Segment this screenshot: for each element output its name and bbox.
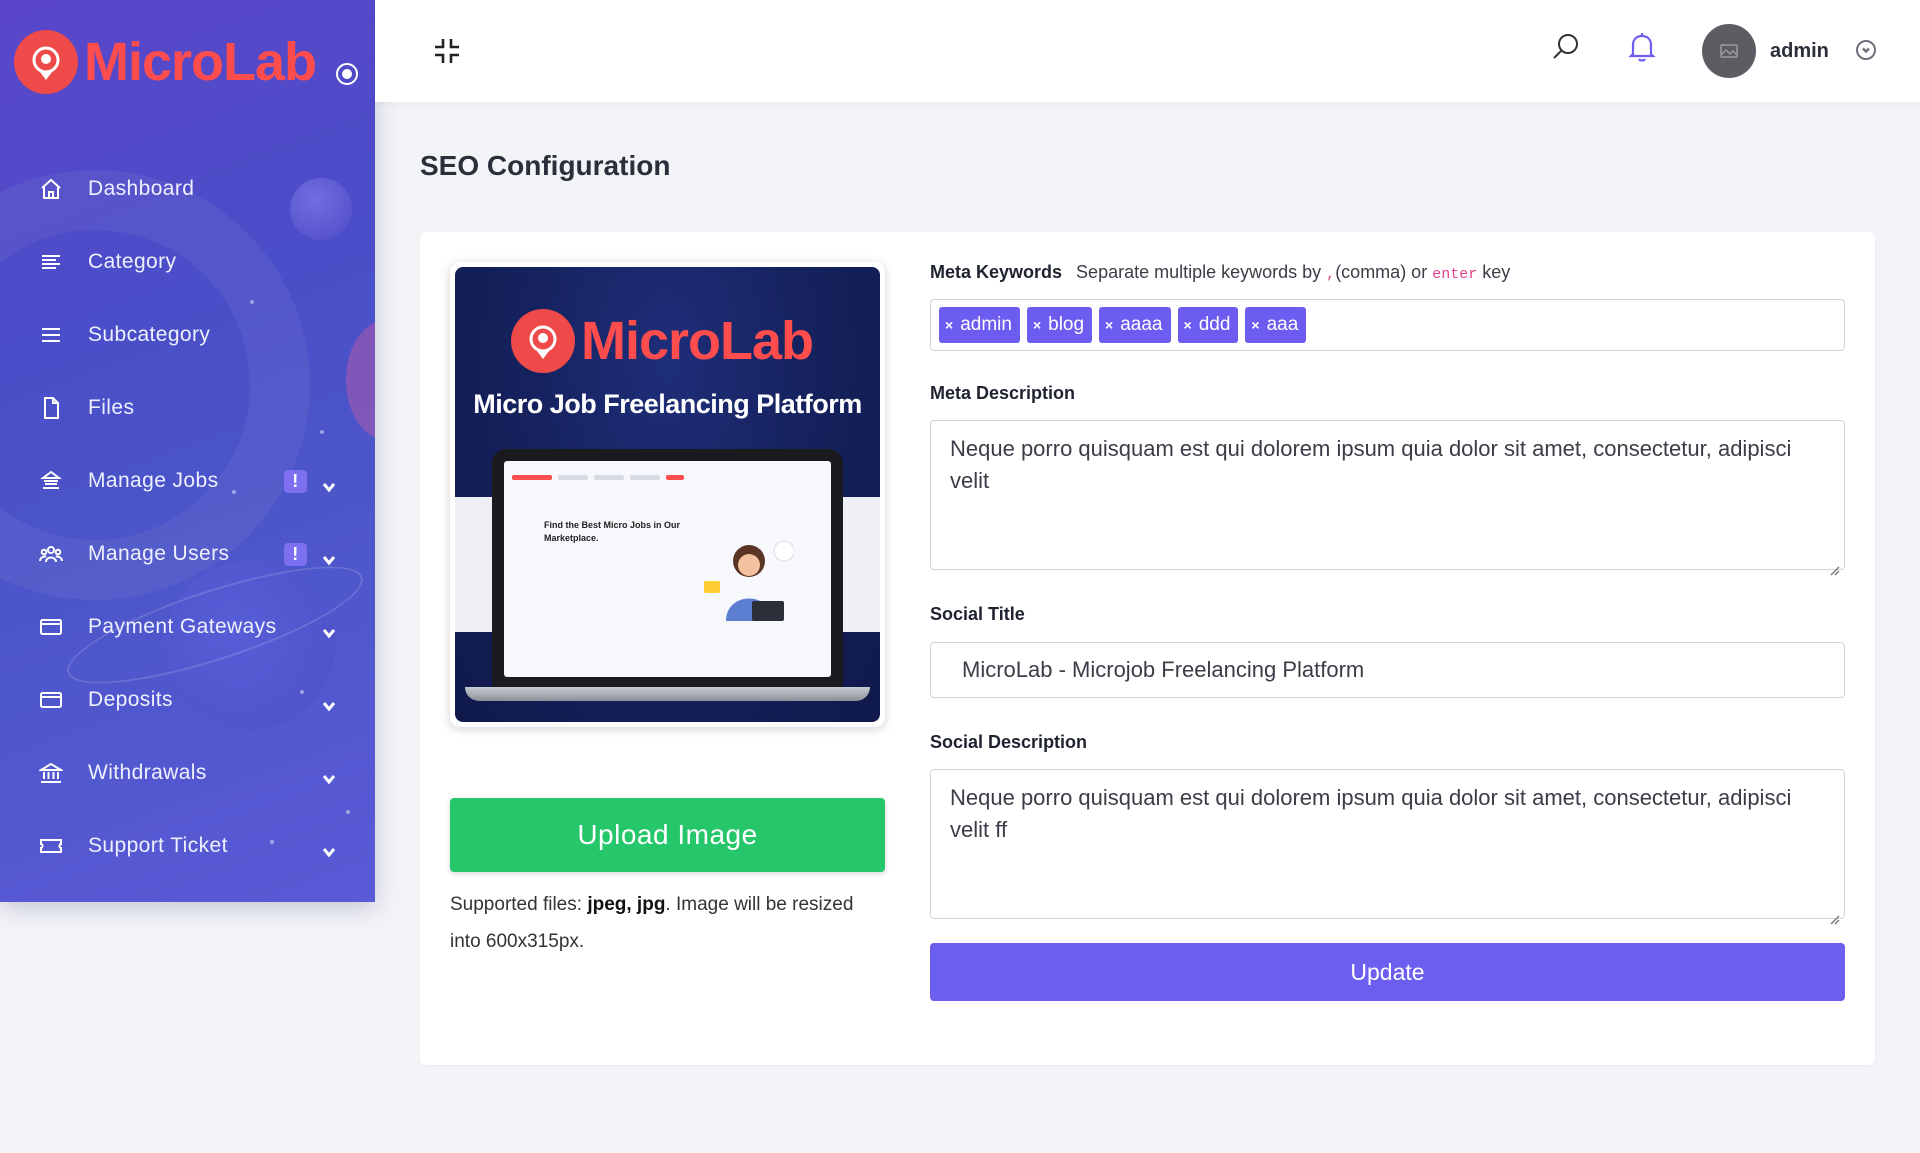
- sidebar-item-manage-jobs[interactable]: Manage Jobs !: [0, 444, 375, 517]
- chevron-down-icon[interactable]: [322, 768, 336, 785]
- laptop-base: [465, 687, 870, 701]
- sidebar-item-label: Deposits: [88, 687, 173, 711]
- chevron-down-icon[interactable]: [322, 622, 336, 639]
- sidebar-item-subcategory[interactable]: Subcategory: [0, 298, 375, 371]
- meta-keywords-hint: Separate multiple keywords by ,(comma) o…: [1076, 262, 1511, 283]
- keyword-tag: × admin: [939, 307, 1020, 343]
- exit-fullscreen-icon[interactable]: [432, 36, 462, 66]
- sidebar-item-deposits[interactable]: Deposits: [0, 663, 375, 736]
- alert-badge: !: [284, 543, 307, 566]
- users-icon: [38, 541, 64, 567]
- laptop-illustration: Find the Best Micro Jobs in Our Marketpl…: [492, 449, 843, 689]
- chevron-down-icon[interactable]: [322, 549, 336, 566]
- sidebar-item-label: Withdrawals: [88, 760, 207, 784]
- sidebar-item-label: Support Ticket: [88, 833, 228, 857]
- chevron-down-icon[interactable]: [1856, 40, 1876, 60]
- sidebar-item-files[interactable]: Files: [0, 371, 375, 444]
- bell-icon[interactable]: [1627, 31, 1661, 65]
- supported-file-types: jpeg, jpg: [587, 894, 666, 915]
- page-title: SEO Configuration: [420, 150, 671, 181]
- card-icon: [38, 687, 64, 713]
- alert-badge: !: [284, 470, 307, 493]
- sidebar-item-label: Dashboard: [88, 176, 195, 200]
- preview-logo: MicroLab: [511, 309, 814, 373]
- preview-brand: MicroLab: [581, 311, 814, 371]
- sidebar: MicroLab Dashboard Category Subcategory …: [0, 0, 375, 902]
- preview-side-panel: [840, 497, 880, 632]
- preview-tagline: Micro Job Freelancing Platform: [473, 389, 862, 419]
- menu-icon: [38, 322, 64, 348]
- sidebar-item-label: Files: [88, 395, 135, 419]
- sidebar-item-withdrawals[interactable]: Withdrawals: [0, 736, 375, 809]
- user-name[interactable]: admin: [1770, 40, 1829, 63]
- chevron-down-icon[interactable]: [322, 841, 336, 858]
- jobs-icon: [38, 468, 64, 494]
- remove-tag-icon[interactable]: ×: [945, 317, 953, 333]
- topbar: admin: [375, 0, 1920, 102]
- chevron-down-icon[interactable]: [322, 695, 336, 712]
- keyword-tag: × ddd: [1177, 307, 1239, 343]
- remove-tag-icon[interactable]: ×: [1105, 317, 1113, 333]
- keyword-tag: × blog: [1026, 307, 1093, 343]
- remove-tag-icon[interactable]: ×: [1184, 317, 1192, 333]
- card-icon: [38, 614, 64, 640]
- sidebar-toggle-icon[interactable]: [336, 63, 358, 85]
- social-description-label: Social Description: [930, 732, 1088, 752]
- sidebar-item-label: Manage Jobs: [88, 468, 219, 492]
- meta-description-label: Meta Description: [930, 383, 1076, 403]
- home-icon: [38, 176, 64, 202]
- keyword-tag: × aaaa: [1099, 307, 1171, 343]
- social-description-textarea[interactable]: Neque porro quisquam est qui dolorem ips…: [930, 769, 1845, 925]
- sidebar-item-label: Category: [88, 249, 177, 273]
- person-illustration-icon: [704, 540, 794, 621]
- remove-tag-icon[interactable]: ×: [1033, 317, 1041, 333]
- sidebar-item-payment-gateways[interactable]: Payment Gateways: [0, 590, 375, 663]
- update-button[interactable]: Update: [930, 943, 1845, 1001]
- logo-mark-icon: [511, 309, 575, 373]
- sidebar-item-label: Manage Users: [88, 541, 230, 565]
- meta-description-textarea[interactable]: Neque porro quisquam est qui dolorem ips…: [930, 420, 1845, 576]
- resize-grip-icon[interactable]: [1828, 553, 1840, 576]
- social-title-input[interactable]: MicroLab - Microjob Freelancing Platform: [930, 642, 1845, 698]
- avatar[interactable]: [1702, 24, 1756, 78]
- seo-form: Meta Keywords Separate multiple keywords …: [930, 262, 1845, 1001]
- seo-image-preview: MicroLab Micro Job Freelancing Platform …: [450, 262, 885, 727]
- brand-name: MicroLab: [84, 32, 317, 92]
- meta-keywords-label: Meta Keywords Separate multiple keywords …: [930, 262, 1511, 283]
- sidebar-item-category[interactable]: Category: [0, 225, 375, 298]
- bank-icon: [38, 760, 64, 786]
- chevron-down-icon[interactable]: [322, 476, 336, 493]
- upload-note: Supported files: jpeg, jpg. Image will b…: [450, 894, 854, 952]
- logo-mark-icon: [14, 30, 78, 94]
- image-placeholder-icon: [1720, 44, 1738, 58]
- search-icon[interactable]: [1550, 31, 1584, 65]
- file-icon: [38, 395, 64, 421]
- sidebar-item-support-ticket[interactable]: Support Ticket: [0, 809, 375, 882]
- preview-screen-heading: Find the Best Micro Jobs in Our Marketpl…: [544, 520, 681, 543]
- ticket-icon: [38, 833, 64, 859]
- remove-tag-icon[interactable]: ×: [1251, 317, 1259, 333]
- upload-image-button[interactable]: Upload Image: [450, 798, 885, 872]
- meta-keywords-input[interactable]: × admin × blog × aaaa × ddd × aaa: [930, 299, 1845, 351]
- list-icon: [38, 249, 64, 275]
- brand-logo[interactable]: MicroLab: [14, 30, 317, 94]
- sidebar-item-dashboard[interactable]: Dashboard: [0, 152, 375, 225]
- sidebar-item-label: Subcategory: [88, 322, 211, 346]
- resize-grip-icon[interactable]: [1828, 902, 1840, 925]
- social-title-label: Social Title: [930, 604, 1025, 624]
- seo-card: MicroLab Micro Job Freelancing Platform …: [420, 232, 1875, 1065]
- keyword-tag: × aaa: [1245, 307, 1307, 343]
- sidebar-item-manage-users[interactable]: Manage Users !: [0, 517, 375, 590]
- sidebar-nav: Dashboard Category Subcategory Files Man…: [0, 152, 375, 882]
- sidebar-item-label: Payment Gateways: [88, 614, 277, 638]
